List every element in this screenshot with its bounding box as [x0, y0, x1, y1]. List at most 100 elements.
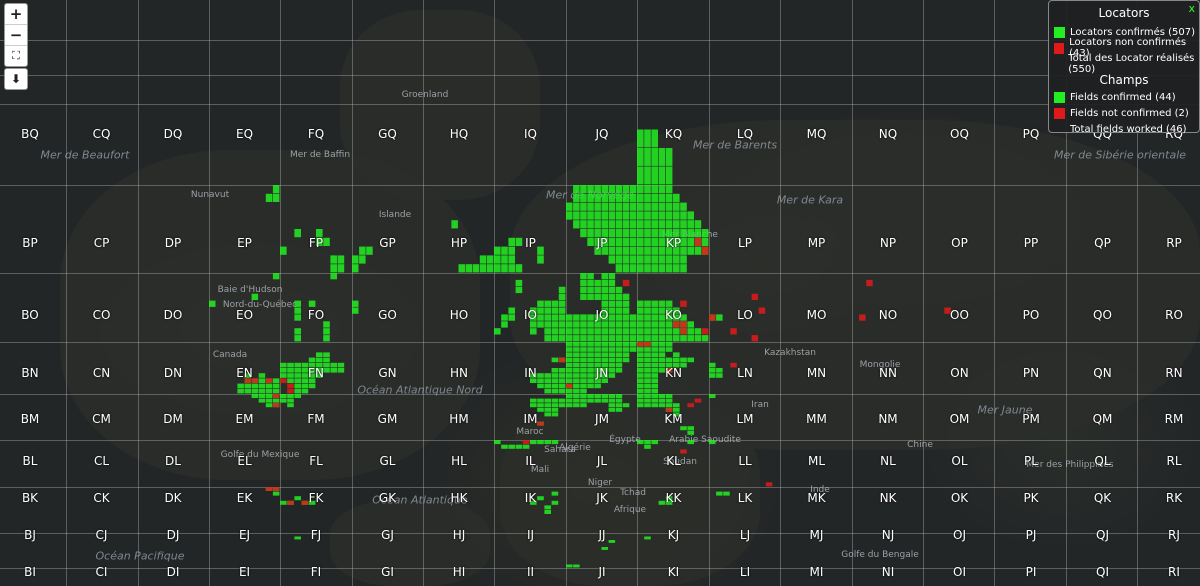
- confirmed-square-JN23[interactable]: [580, 373, 587, 378]
- unconfirmed-square-KM88[interactable]: [694, 398, 702, 403]
- map-canvas[interactable]: Mer de Beaufort Mer de Baffin Groenland Mer…: [0, 0, 1200, 586]
- confirmed-square-JP55[interactable]: [601, 220, 609, 229]
- confirmed-square-JN11[interactable]: [573, 383, 580, 389]
- confirmed-square-KO70[interactable]: [687, 335, 694, 342]
- confirmed-square-JP58[interactable]: [601, 193, 609, 202]
- confirmed-square-KP33[interactable]: [658, 237, 666, 246]
- confirmed-square-EO99[interactable]: [272, 273, 280, 280]
- confirmed-square-KP19[interactable]: [644, 185, 651, 194]
- confirmed-square-JN39[interactable]: [587, 342, 594, 347]
- unconfirmed-square-KO61[interactable]: [680, 328, 687, 335]
- confirmed-square-IP00[interactable]: [494, 264, 501, 273]
- confirmed-square-JP87[interactable]: [622, 202, 630, 211]
- confirmed-square-JN19[interactable]: [573, 342, 580, 347]
- confirmed-square-KP84[interactable]: [694, 229, 702, 238]
- confirmed-square-KP66[interactable]: [680, 211, 687, 220]
- confirmed-square-IO82[interactable]: [551, 321, 559, 328]
- confirmed-square-FN23[interactable]: [294, 373, 301, 378]
- confirmed-square-KO40[interactable]: [665, 335, 673, 342]
- confirmed-square-JO27[interactable]: [580, 286, 587, 294]
- confirmed-square-IO01[interactable]: [494, 328, 501, 335]
- unconfirmed-square-IN96[interactable]: [558, 357, 566, 363]
- confirmed-square-JN06[interactable]: [566, 357, 573, 363]
- confirmed-square-KN18[interactable]: [644, 347, 651, 352]
- confirmed-square-KP02[interactable]: [637, 246, 644, 255]
- confirmed-square-IO91[interactable]: [558, 328, 566, 335]
- confirmed-square-KP37[interactable]: [658, 202, 666, 211]
- confirmed-square-KO11[interactable]: [644, 328, 651, 335]
- confirmed-square-EK98[interactable]: [272, 491, 280, 496]
- confirmed-square-JO90[interactable]: [629, 335, 637, 342]
- confirmed-square-KQ12[interactable]: [644, 129, 651, 148]
- confirmed-square-KO25[interactable]: [651, 300, 658, 307]
- confirmed-square-HP70[interactable]: [472, 264, 480, 273]
- confirmed-square-GP00[interactable]: [352, 264, 359, 273]
- confirmed-square-JJ10[interactable]: [573, 564, 580, 568]
- confirmed-square-IN91[interactable]: [558, 383, 566, 389]
- confirmed-square-KN46[interactable]: [665, 357, 673, 363]
- confirmed-square-KP75[interactable]: [687, 220, 694, 229]
- confirmed-square-HP50[interactable]: [458, 264, 466, 273]
- confirmed-square-JM38[interactable]: [587, 398, 594, 403]
- confirmed-square-IM67[interactable]: [537, 403, 544, 408]
- confirmed-square-JN31[interactable]: [587, 383, 594, 389]
- confirmed-square-JO37[interactable]: [587, 286, 594, 294]
- confirmed-square-IO84[interactable]: [551, 307, 559, 314]
- confirmed-square-JN77[interactable]: [615, 352, 623, 357]
- confirmed-square-JO38[interactable]: [587, 279, 594, 287]
- confirmed-square-JN47[interactable]: [594, 352, 601, 357]
- confirmed-square-JO82[interactable]: [622, 321, 630, 328]
- confirmed-square-KN56[interactable]: [673, 357, 680, 363]
- confirmed-square-JO77[interactable]: [615, 286, 623, 294]
- confirmed-square-IO75[interactable]: [544, 300, 551, 307]
- confirmed-square-IK88[interactable]: [551, 491, 559, 496]
- confirmed-square-JO76[interactable]: [615, 293, 623, 300]
- confirmed-square-JN79[interactable]: [615, 342, 623, 347]
- confirmed-square-IN94[interactable]: [558, 368, 566, 373]
- confirmed-square-IL69[interactable]: [537, 440, 544, 445]
- confirmed-square-IL48[interactable]: [522, 444, 530, 449]
- confirmed-square-KN37[interactable]: [658, 352, 666, 357]
- confirmed-square-JM09[interactable]: [566, 394, 573, 398]
- confirmed-square-JP77[interactable]: [615, 202, 623, 211]
- confirmed-square-KM71[interactable]: [687, 430, 694, 435]
- confirmed-square-JN56[interactable]: [601, 357, 609, 363]
- confirmed-square-FN85[interactable]: [337, 362, 345, 368]
- confirmed-square-IL09[interactable]: [494, 440, 501, 445]
- confirmed-square-EM88[interactable]: [265, 398, 273, 403]
- confirmed-square-FO20[interactable]: [294, 335, 301, 342]
- confirmed-square-KN76[interactable]: [687, 357, 694, 363]
- confirmed-square-JO86[interactable]: [622, 293, 630, 300]
- confirmed-square-KN05[interactable]: [637, 362, 644, 368]
- unconfirmed-square-JN01[interactable]: [566, 383, 573, 389]
- confirmed-square-KO50[interactable]: [673, 335, 680, 342]
- confirmed-square-FN24[interactable]: [294, 368, 301, 373]
- confirmed-square-JO03[interactable]: [566, 314, 573, 321]
- confirmed-square-IL59[interactable]: [530, 440, 537, 445]
- confirmed-square-JO66[interactable]: [608, 293, 616, 300]
- confirmed-square-KN06[interactable]: [637, 357, 644, 363]
- confirmed-square-FN03[interactable]: [280, 373, 287, 378]
- unconfirmed-square-LN35[interactable]: [730, 362, 737, 368]
- confirmed-square-KO23[interactable]: [651, 314, 658, 321]
- confirmed-square-GP12[interactable]: [359, 246, 366, 255]
- confirmed-square-KM28[interactable]: [651, 398, 658, 403]
- fullscreen-button[interactable]: ⛶: [5, 46, 27, 66]
- confirmed-square-LN13[interactable]: [716, 373, 723, 378]
- confirmed-square-KO24[interactable]: [651, 307, 658, 314]
- confirmed-square-IO73[interactable]: [544, 314, 551, 321]
- unconfirmed-square-LO31[interactable]: [730, 328, 737, 335]
- confirmed-square-JN33[interactable]: [587, 373, 594, 378]
- confirmed-square-IP61[interactable]: [537, 255, 544, 264]
- confirmed-square-JO33[interactable]: [587, 314, 594, 321]
- confirmed-square-KN04[interactable]: [637, 368, 644, 373]
- confirmed-square-IM86[interactable]: [551, 407, 559, 412]
- confirmed-square-KK36[interactable]: [658, 500, 666, 505]
- confirmed-square-FN14[interactable]: [287, 368, 294, 373]
- confirmed-square-JO72[interactable]: [615, 321, 623, 328]
- confirmed-square-LO13[interactable]: [716, 314, 723, 321]
- confirmed-square-KQ11[interactable]: [644, 148, 651, 166]
- confirmed-square-JO73[interactable]: [615, 314, 623, 321]
- confirmed-square-JP24[interactable]: [580, 229, 587, 238]
- confirmed-square-KP29[interactable]: [651, 185, 658, 194]
